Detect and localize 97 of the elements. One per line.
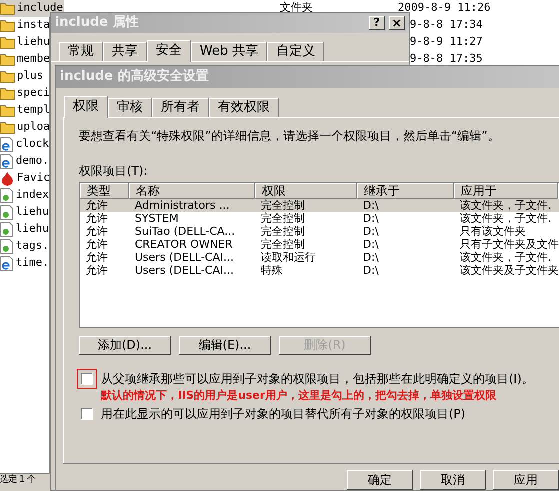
table-cell-text: CREATOR OWNER xyxy=(134,238,234,251)
table-cell-text: Administrators ... xyxy=(134,198,231,212)
permission-row[interactable]: 允许 Users (DELL-CAI... 特殊 D:\ 该文件夹及子文件夹 xyxy=(80,264,559,277)
action-button[interactable]: 添加(D)... xyxy=(79,336,171,355)
description-text: 要想查看有关“特殊权限”的详细信息，请选择一个权限项目，然后单击“编辑”。 xyxy=(79,128,501,145)
tab[interactable]: 安全 xyxy=(147,40,191,62)
table-cell-text: 完全控制 xyxy=(260,224,306,238)
file-item[interactable]: index xyxy=(0,187,50,204)
tab[interactable]: 共享 xyxy=(103,42,147,61)
dialog-button[interactable]: 应用 xyxy=(493,470,559,490)
tab[interactable]: 有效权限 xyxy=(209,98,279,117)
window-title: include 的高级安全设置 xyxy=(60,68,209,86)
table-cell-text: 只有子文件夹及文件 xyxy=(459,238,558,251)
table-cell-text: 完全控制 xyxy=(260,198,306,212)
modified-date: 9-8-8 17:35 xyxy=(410,51,483,68)
table-cell-text: D:\ xyxy=(362,224,380,238)
table-cell-text: 允许 xyxy=(85,224,109,238)
table-cell-text: D:\ xyxy=(362,212,380,225)
tab[interactable]: 所有者 xyxy=(152,98,209,117)
action-button[interactable]: 编辑(E)... xyxy=(179,336,271,355)
table-cell-text: 该文件夹，子文件. xyxy=(459,212,552,225)
dialog-button[interactable]: 取消 xyxy=(420,470,486,490)
table-cell-text: 允许 xyxy=(85,198,109,212)
table-cell-text: D:\ xyxy=(362,238,380,251)
tab[interactable]: Web 共享 xyxy=(191,42,268,61)
table-cell-text: D:\ xyxy=(362,250,380,264)
table-cell-text: 完全控制 xyxy=(260,212,306,225)
modified-date: 9-8-8 17:34 xyxy=(410,17,483,34)
folder-icon xyxy=(0,2,15,15)
tab[interactable]: 自定义 xyxy=(267,42,324,61)
option-label: 从父项继承那些可以应用到子对象的权限项目，包括那些在此明确定义的项目(I)。 xyxy=(101,372,534,386)
table-cell-text: 该文件夹，子文件. xyxy=(459,198,552,212)
flame-icon xyxy=(0,172,15,186)
permission-row[interactable]: 允许 Users (DELL-CAI... 读取和运行 D:\ 该文件夹，子文件. xyxy=(80,250,559,264)
dialog-button[interactable]: 确定 xyxy=(347,470,413,490)
annotation-text: 默认的情况下，IIS的用户是user用户，这里是勾上的，把勾去掉，单独设置权限 xyxy=(101,388,496,402)
column-header[interactable]: 名称 xyxy=(129,182,255,199)
file-item[interactable]: liehu xyxy=(0,221,50,238)
help-button[interactable]: ? xyxy=(369,16,385,30)
table-cell-text: 读取和运行 xyxy=(260,250,317,264)
table-cell-text: SYSTEM xyxy=(134,212,180,225)
column-header[interactable]: 类型 xyxy=(80,182,129,199)
checkbox[interactable] xyxy=(81,372,93,385)
file-item[interactable]: plus xyxy=(0,68,50,85)
file-item[interactable]: liehu xyxy=(0,34,50,51)
folder-icon xyxy=(0,53,15,66)
file-item[interactable]: liehu xyxy=(0,204,50,221)
window-title: include 属性 xyxy=(55,14,140,32)
column-header[interactable]: 权限 xyxy=(255,182,357,199)
table-cell-text: 允许 xyxy=(85,250,109,264)
folder-icon xyxy=(0,87,15,100)
column-header[interactable]: 应用于 xyxy=(454,182,558,199)
column-header[interactable]: 继承于 xyxy=(357,182,454,199)
list-label: 权限项目(T): xyxy=(79,162,149,180)
tab[interactable]: 审核 xyxy=(108,98,152,117)
permission-row[interactable]: 允许 SuiTao (DELL-CA... 完全控制 D:\ 只有该文件夹 xyxy=(80,224,559,238)
permission-row[interactable]: 允许 Administrators ... 完全控制 D:\ 该文件夹，子文件. xyxy=(80,198,559,212)
file-item[interactable]: time. xyxy=(0,255,50,272)
table-cell-text: 只有该文件夹 xyxy=(459,224,527,238)
folder-icon xyxy=(0,70,15,83)
status-bar: 选定 1 个 xyxy=(0,473,50,491)
table-cell-text: 特殊 xyxy=(260,264,284,277)
option-label: 用在此显示的可以应用到子对象的项目替代所有子对象的权限项目(P) xyxy=(101,406,466,421)
permission-row[interactable]: 允许 SYSTEM 完全控制 D:\ 该文件夹，子文件. xyxy=(80,212,559,225)
table-cell-text: 完全控制 xyxy=(260,238,306,251)
file-item[interactable]: templ xyxy=(0,102,50,119)
tab[interactable]: 权限 xyxy=(64,96,108,118)
folder-icon xyxy=(0,36,15,49)
table-cell-text: 允许 xyxy=(85,212,109,225)
table-cell-text: D:\ xyxy=(362,198,380,212)
file-item[interactable]: Favic xyxy=(0,170,50,187)
file-type: 文件夹 xyxy=(280,0,314,16)
table-cell-text: 允许 xyxy=(85,238,109,251)
table-cell-text: Users (DELL-CAI... xyxy=(134,250,235,264)
file-item[interactable]: demo. xyxy=(0,153,50,170)
table-cell-text: 允许 xyxy=(85,264,109,277)
table-cell-text: 该文件夹，子文件. xyxy=(459,250,552,264)
file-item[interactable]: clock xyxy=(0,136,50,153)
folder-icon xyxy=(0,121,15,134)
file-item[interactable]: speci xyxy=(0,85,50,102)
close-button[interactable]: × xyxy=(389,16,405,30)
file-item[interactable]: insta xyxy=(0,17,50,34)
table-cell-text: 该文件夹及子文件夹 xyxy=(459,264,558,277)
modified-date: 2009-8-9 11:26 xyxy=(398,0,491,16)
folder-icon xyxy=(0,104,15,117)
table-cell-text: SuiTao (DELL-CA... xyxy=(134,224,236,238)
permission-row[interactable]: 允许 CREATOR OWNER 完全控制 D:\ 只有子文件夹及文件 xyxy=(80,238,559,251)
modified-date: 9-8-9 11:27 xyxy=(410,34,483,50)
file-item[interactable]: uploa xyxy=(0,119,50,136)
table-cell-text: Users (DELL-CAI... xyxy=(134,264,235,277)
checkbox[interactable] xyxy=(81,408,93,420)
file-item[interactable]: include xyxy=(0,0,64,17)
tab[interactable]: 常规 xyxy=(59,42,103,61)
file-item[interactable]: membe xyxy=(0,51,50,68)
table-cell-text: D:\ xyxy=(362,264,380,277)
folder-icon xyxy=(0,19,15,32)
file-item[interactable]: tags. xyxy=(0,238,50,255)
